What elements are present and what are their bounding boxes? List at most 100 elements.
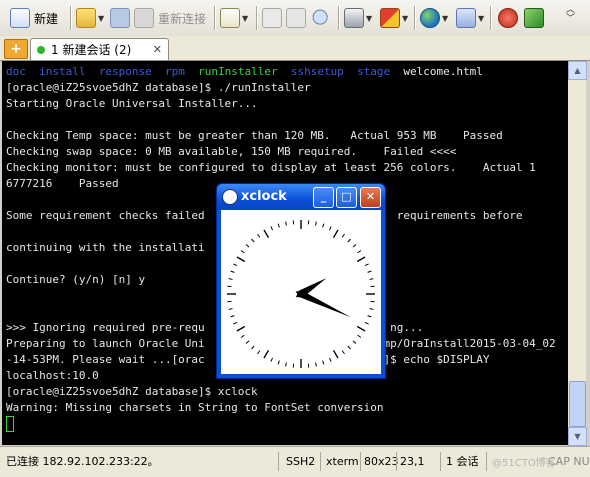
- clock-tick: [271, 358, 273, 362]
- terminal-line: Continue? (y/n) [n] y: [6, 272, 145, 288]
- clock-face: [221, 210, 381, 374]
- terminal-text: install: [39, 65, 85, 78]
- scroll-up-arrow-icon[interactable]: ▲: [568, 61, 587, 80]
- clock-tick: [334, 230, 339, 238]
- properties-button[interactable]: ▼: [220, 7, 248, 29]
- toolbar-separator: [256, 6, 258, 30]
- terminal-scrollbar[interactable]: ▲ ▼: [568, 61, 586, 445]
- clock-tick: [365, 322, 369, 324]
- tab-session-1[interactable]: 1 新建会话 (2) ✕: [30, 38, 169, 60]
- status-separator: [320, 452, 321, 471]
- clock-hand: [296, 291, 351, 317]
- clock-tick: [357, 257, 365, 262]
- clock-tick: [237, 327, 245, 332]
- xclock-app-icon: [222, 189, 238, 205]
- clock-tick: [264, 230, 269, 238]
- transfer-button[interactable]: ▼: [380, 7, 408, 29]
- new-session-icon: [10, 8, 30, 28]
- script-icon: [524, 8, 544, 28]
- reconnect-button[interactable]: 重新连接: [134, 7, 206, 29]
- close-tab-icon[interactable]: ✕: [153, 43, 162, 56]
- terminal-text: [344, 65, 357, 78]
- terminal-text: [oracle@iZ25svoe5dhZ database]$ xclock: [6, 385, 258, 398]
- clock-tick: [368, 316, 372, 317]
- status-bar: 已连接 182.92.102.233:22。 SSH2 xterm 80x23 …: [0, 446, 590, 477]
- toolbar-overflow-button[interactable]: ︿ ﹀: [566, 6, 575, 28]
- reconnect-icon: [134, 8, 154, 28]
- scroll-thumb[interactable]: [569, 381, 586, 427]
- clock-tick: [258, 351, 260, 354]
- clock-tick: [316, 362, 317, 366]
- terminal-text: stage: [357, 65, 390, 78]
- clock-tick: [334, 350, 339, 358]
- chevron-down-icon: ﹀: [566, 15, 575, 24]
- paste-icon: [286, 8, 306, 28]
- terminal-text: doc: [6, 65, 26, 78]
- xftp-button[interactable]: [498, 7, 518, 29]
- maximize-button[interactable]: □: [336, 187, 357, 208]
- terminal-text: [152, 65, 165, 78]
- terminal-line: Starting Oracle Universal Installer...: [6, 96, 258, 112]
- terminal-line: [oracle@iZ25svoe5dhZ database]$ xclock: [6, 384, 258, 400]
- find-button[interactable]: [312, 7, 330, 29]
- terminal-line: Checking Temp space: must be greater tha…: [6, 128, 503, 144]
- clock-tick: [264, 350, 269, 358]
- terminal-text: 6777216 Passed: [6, 177, 119, 190]
- terminal-text: rpm: [165, 65, 185, 78]
- clock-tick: [368, 271, 372, 272]
- clock-tick: [353, 341, 356, 344]
- clock-tick: [229, 309, 233, 310]
- terminal-line: 6777216 Passed: [6, 176, 119, 192]
- globe-button[interactable]: ▼: [420, 7, 448, 29]
- clock-tick: [369, 309, 373, 310]
- clock-tick: [241, 335, 244, 337]
- clock-tick: [233, 322, 237, 324]
- chevron-down-icon: ▼: [366, 14, 372, 23]
- terminal-text: sshsetup: [291, 65, 344, 78]
- xftp-icon: [498, 8, 518, 28]
- clock-tick: [231, 316, 235, 317]
- new-session-button[interactable]: 新建: [10, 7, 58, 29]
- chevron-down-icon: ▼: [402, 14, 408, 23]
- cursor-position: 23,1: [400, 453, 425, 470]
- clock-face-area: [221, 210, 381, 374]
- tab-label: 1 新建会话 (2): [51, 41, 131, 58]
- terminal-text: Warning: Missing charsets in String to F…: [6, 401, 384, 414]
- globe-icon: [420, 8, 440, 28]
- xclock-window[interactable]: xclock _ □ ✕: [216, 183, 386, 379]
- print-button[interactable]: ▼: [344, 7, 372, 29]
- open-folder-button[interactable]: ▼: [76, 7, 104, 29]
- terminal-text: runInstaller: [198, 65, 277, 78]
- terminal-text: response: [99, 65, 152, 78]
- add-tab-button[interactable]: +: [4, 39, 28, 59]
- minimize-button[interactable]: _: [313, 187, 334, 208]
- scroll-down-arrow-icon[interactable]: ▼: [568, 427, 587, 446]
- terminal-size: 80x23: [364, 453, 399, 470]
- clock-tick: [246, 341, 249, 344]
- clock-tick: [357, 327, 365, 332]
- terminal-line: [oracle@iZ25svoe5dhZ database]$ ./runIns…: [6, 80, 311, 96]
- font-button[interactable]: ▼: [456, 7, 484, 29]
- clock-tick: [348, 239, 351, 242]
- watermark: @51CTO博客: [492, 455, 556, 472]
- link-button[interactable]: [110, 7, 130, 29]
- paste-button[interactable]: [286, 7, 306, 29]
- xclock-titlebar[interactable]: xclock _ □ ✕: [217, 184, 385, 210]
- clock-tick: [329, 358, 331, 362]
- terminal-text: continuing with the installati: [6, 241, 205, 254]
- script-button[interactable]: [524, 7, 544, 29]
- clock-tick: [241, 251, 244, 253]
- clock-tick: [358, 335, 361, 337]
- connection-status: 已连接 182.92.102.233:22。: [6, 453, 159, 470]
- clock-tick: [258, 234, 260, 237]
- terminal-text: Starting Oracle Universal Installer...: [6, 97, 258, 110]
- clock-tick: [342, 351, 344, 354]
- toolbar-separator: [490, 6, 492, 30]
- chevron-down-icon: ▼: [478, 14, 484, 23]
- clock-tick: [229, 279, 233, 280]
- chevron-down-icon: ▼: [242, 14, 248, 23]
- properties-icon: [220, 8, 240, 28]
- copy-button[interactable]: [262, 7, 282, 29]
- close-button[interactable]: ✕: [360, 187, 381, 208]
- clock-tick: [278, 361, 279, 365]
